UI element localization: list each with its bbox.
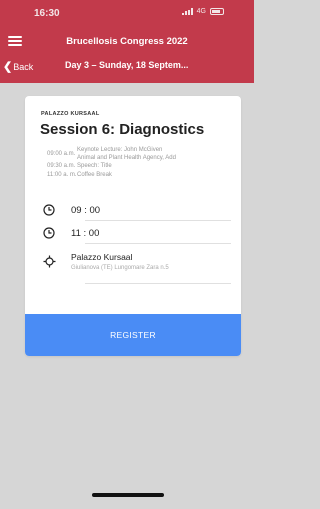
divider — [85, 220, 231, 221]
schedule-item: 09:30 a.m. Speech: Title — [47, 162, 237, 171]
schedule-list: 09:00 a.m. Keynote Lecture: John McGiven… — [47, 146, 237, 179]
session-title: Session 6: Diagnostics — [40, 121, 205, 138]
schedule-desc-line2: Animal and Plant Health Agency, Add — [77, 155, 176, 161]
register-button[interactable]: REGISTER — [25, 314, 241, 356]
home-indicator[interactable] — [92, 493, 164, 497]
status-indicators: 4G — [181, 8, 224, 15]
location-name: Palazzo Kursaal — [71, 252, 133, 262]
location-address: Giulianova (TE) Lungomare Zara n.5 — [71, 265, 169, 271]
back-label: Back — [13, 61, 34, 72]
app-header: 16:30 4G Brucellosis Congress 2022 ❮ Bac… — [0, 0, 254, 83]
location-target-icon — [43, 252, 67, 268]
status-bar: 16:30 4G — [0, 0, 254, 28]
schedule-time: 09:00 a.m. — [47, 151, 76, 157]
schedule-item: 11:00 a. m. Coffee Break — [47, 171, 237, 180]
schedule-time: 09:30 a.m. — [47, 163, 76, 169]
schedule-desc: Keynote Lecture: John McGiven Animal and… — [77, 146, 176, 162]
start-time-row: 09 : 00 — [43, 204, 231, 216]
schedule-item: 09:00 a.m. Keynote Lecture: John McGiven… — [47, 146, 237, 162]
clock-icon — [43, 227, 67, 239]
chevron-left-icon: ❮ — [3, 61, 13, 73]
divider — [85, 283, 231, 284]
network-type: 4G — [196, 8, 206, 15]
location-text: Palazzo Kursaal Giulianova (TE) Lungomar… — [67, 252, 169, 271]
location-row[interactable]: Palazzo Kursaal Giulianova (TE) Lungomar… — [43, 252, 231, 271]
session-card: PALAZZO KURSAAL Session 6: Diagnostics 0… — [25, 96, 241, 356]
status-time: 16:30 — [34, 8, 60, 19]
schedule-desc: Coffee Break — [77, 171, 112, 178]
app-title: Brucellosis Congress 2022 — [66, 36, 188, 47]
signal-icon — [181, 8, 193, 15]
battery-icon — [210, 8, 224, 15]
schedule-desc: Speech: Title — [77, 163, 112, 169]
start-time: 09 : 00 — [71, 204, 101, 216]
divider — [85, 243, 231, 244]
schedule-time: 11:00 a. m. — [47, 171, 77, 178]
back-button[interactable]: ❮ Back — [3, 60, 33, 73]
page-title: Day 3 – Sunday, 18 Septem... — [65, 60, 189, 70]
venue-label: PALAZZO KURSAAL — [41, 111, 100, 117]
clock-icon — [43, 204, 67, 216]
schedule-desc-line1: Keynote Lecture: John McGiven — [77, 147, 163, 153]
end-time-row: 11 : 00 — [43, 227, 231, 239]
end-time: 11 : 00 — [71, 227, 100, 239]
